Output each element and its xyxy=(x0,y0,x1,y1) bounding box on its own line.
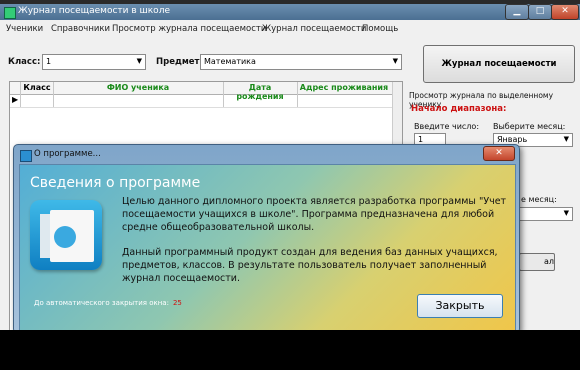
chevron-down-icon: ▼ xyxy=(392,57,398,65)
dialog-title: О программе... xyxy=(34,149,101,159)
menu-students[interactable]: Ученики xyxy=(6,24,43,34)
autoclose-label: До автоматического закрытия окна: xyxy=(34,299,169,307)
show-button-label: ал xyxy=(543,257,554,266)
card-avatar xyxy=(54,226,76,248)
menu-view-journal[interactable]: Просмотр журнала посещаемости xyxy=(112,24,266,34)
about-paragraph-1: Целью данного дипломного проекта являетс… xyxy=(122,196,507,233)
black-bottom-area xyxy=(0,330,580,370)
month-label-2: е месяц: xyxy=(521,195,557,204)
class-value: 1 xyxy=(46,57,52,66)
column-class[interactable]: Класс xyxy=(22,83,52,92)
dialog-close-icon[interactable]: ✕ xyxy=(483,146,515,161)
day-number-value: 1 xyxy=(418,135,424,144)
card-tab xyxy=(40,214,50,258)
enter-number-label: Введите число: xyxy=(414,122,480,131)
app-icon xyxy=(4,7,16,19)
choose-month-label: Выберите месяц: xyxy=(493,122,566,131)
menu-bar: Ученики Справочники Просмотр журнала пос… xyxy=(0,22,580,36)
range-start-label: Начало диапазона: xyxy=(411,104,507,114)
autoclose-info: До автоматического закрытия окна: 25 xyxy=(34,299,182,307)
column-address[interactable]: Адрес проживания xyxy=(298,83,390,92)
chevron-down-icon: ▼ xyxy=(136,57,142,65)
subject-select[interactable]: Математика ▼ xyxy=(200,54,402,70)
month-select-2[interactable]: ▼ xyxy=(519,207,573,221)
about-paragraph-2: Данный программный продукт создан для ве… xyxy=(122,247,498,284)
about-dialog: О программе... ✕ Сведения о программе Це… xyxy=(13,144,520,334)
chevron-down-icon: ▼ xyxy=(563,135,569,143)
month-value: Январь xyxy=(497,135,528,144)
table-row[interactable] xyxy=(10,95,402,108)
column-fio[interactable]: ФИО ученика xyxy=(54,83,222,92)
dialog-body: Сведения о программе Целью данного дипло… xyxy=(19,164,516,332)
menu-help[interactable]: Помощь xyxy=(362,24,398,34)
journal-button[interactable]: Журнал посещаемости xyxy=(423,45,575,83)
chevron-down-icon: ▼ xyxy=(563,209,569,217)
class-select[interactable]: 1 ▼ xyxy=(42,54,146,70)
menu-references[interactable]: Справочники xyxy=(51,24,110,34)
row-pointer-icon: ▶ xyxy=(12,95,19,104)
contacts-icon xyxy=(30,200,102,270)
window-title: Журнал посещаемости в школе xyxy=(18,6,170,16)
close-button[interactable]: Закрыть xyxy=(417,294,503,318)
subject-label: Предмет: xyxy=(156,57,203,67)
minimize-button[interactable]: ▁ xyxy=(505,4,529,20)
class-label: Класс: xyxy=(8,57,41,67)
autoclose-counter: 25 xyxy=(172,299,182,307)
about-heading: Сведения о программе xyxy=(30,175,201,191)
menu-journal[interactable]: Журнал посещаемости xyxy=(262,24,366,34)
dialog-app-icon xyxy=(20,150,32,162)
subject-value: Математика xyxy=(204,57,256,66)
show-button[interactable]: ал xyxy=(519,253,555,271)
title-bar: Журнал посещаемости в школе ▁ □ ✕ xyxy=(0,4,580,20)
maximize-button[interactable]: □ xyxy=(528,4,552,20)
close-window-button[interactable]: ✕ xyxy=(551,4,579,20)
